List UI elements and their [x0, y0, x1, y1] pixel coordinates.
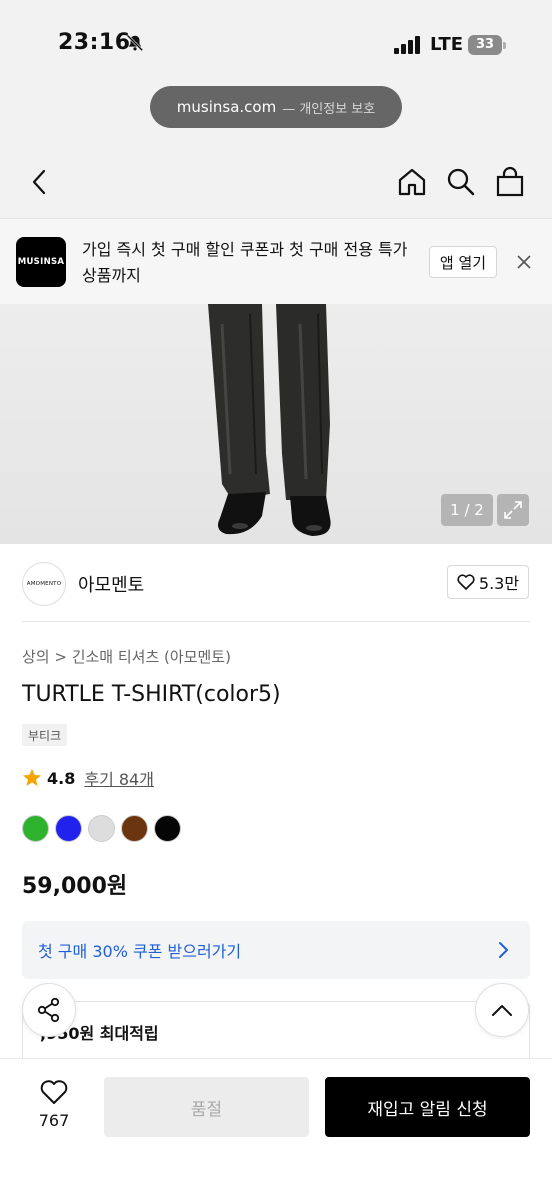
app-install-banner: MUSINSA 가입 즉시 첫 구매 할인 쿠폰과 첫 구매 전용 특가 상품까… — [0, 218, 552, 304]
status-bar: 23:16 LTE 33 — [0, 0, 552, 90]
coupon-text: 첫 구매 30% 쿠폰 받으러가기 — [38, 942, 242, 961]
brand-like-count: 5.3만 — [478, 574, 520, 593]
coupon-banner[interactable]: 첫 구매 30% 쿠폰 받으러가기 — [22, 921, 530, 979]
divider — [22, 621, 530, 622]
share-button[interactable] — [22, 983, 76, 1037]
chevron-right-icon — [499, 942, 508, 958]
expand-image-button[interactable] — [497, 494, 529, 526]
bell-muted-icon — [126, 34, 144, 52]
back-button[interactable] — [22, 164, 58, 200]
like-button[interactable]: 767 — [28, 1079, 80, 1139]
restock-alert-button[interactable]: 재입고 알림 신청 — [325, 1077, 530, 1137]
url-pill[interactable]: musinsa.com — 개인정보 보호 — [150, 86, 402, 128]
brand-logo[interactable]: AMOMENTO — [22, 562, 66, 606]
status-time: 23:16 — [58, 30, 131, 55]
star-icon — [23, 769, 41, 786]
scroll-top-button[interactable] — [475, 983, 529, 1037]
open-app-button[interactable]: 앱 열기 — [429, 246, 497, 278]
brand-row: AMOMENTO 아모멘토 5.3만 — [0, 544, 552, 622]
rating-score: 4.8 — [47, 768, 76, 788]
close-icon — [517, 255, 531, 269]
product-tag: 부티크 — [22, 724, 68, 746]
brand-name[interactable]: 아모멘토 — [78, 571, 144, 597]
banner-close-button[interactable] — [512, 250, 536, 274]
shopping-bag-icon — [496, 166, 524, 197]
heart-icon — [40, 1080, 68, 1104]
color-swatches — [22, 815, 181, 842]
cart-button[interactable] — [492, 164, 528, 200]
share-icon — [37, 997, 60, 1023]
product-image[interactable]: 1 / 2 — [0, 304, 552, 544]
color-swatch-green[interactable] — [22, 815, 49, 842]
reviews-link[interactable]: 후기 84개 — [84, 766, 154, 790]
battery-level: 33 — [468, 35, 502, 55]
category-breadcrumb[interactable]: 상의 > 긴소매 티셔츠 (아모멘토) — [22, 646, 231, 667]
color-swatch-blue[interactable] — [55, 815, 82, 842]
signal-icon — [394, 36, 420, 54]
chevron-up-icon — [492, 1005, 512, 1016]
heart-icon — [457, 574, 475, 590]
battery-icon: 33 — [468, 35, 506, 55]
url-privacy-label: — 개인정보 보호 — [282, 101, 376, 117]
product-title: TURTLE T-SHIRT(color5) — [22, 682, 281, 707]
color-swatch-lightgray[interactable] — [88, 815, 115, 842]
rating-row: 4.8 후기 84개 — [22, 766, 154, 790]
color-swatch-brown[interactable] — [121, 815, 148, 842]
search-icon — [447, 168, 475, 196]
image-page-counter: 1 / 2 — [441, 494, 493, 526]
url-domain: musinsa.com — [176, 98, 277, 116]
top-nav — [0, 150, 552, 218]
product-price: 59,000원 — [22, 874, 128, 899]
network-type: LTE — [430, 34, 464, 55]
banner-message: 가입 즉시 첫 구매 할인 쿠폰과 첫 구매 전용 특가 상품까지 — [82, 240, 408, 285]
chevron-left-icon — [32, 169, 46, 195]
musinsa-logo: MUSINSA — [16, 237, 66, 287]
home-icon — [398, 168, 426, 196]
browser-url-bar: musinsa.com — 개인정보 보호 — [0, 86, 552, 150]
brand-like-button[interactable]: 5.3만 — [447, 565, 529, 599]
color-swatch-black[interactable] — [154, 815, 181, 842]
home-button[interactable] — [394, 164, 430, 200]
bottom-action-bar: 767 품절 재입고 알림 신청 — [0, 1058, 552, 1200]
search-button[interactable] — [443, 164, 479, 200]
expand-icon — [504, 501, 522, 519]
soldout-button[interactable]: 품절 — [104, 1077, 309, 1137]
like-count: 767 — [38, 1111, 70, 1130]
